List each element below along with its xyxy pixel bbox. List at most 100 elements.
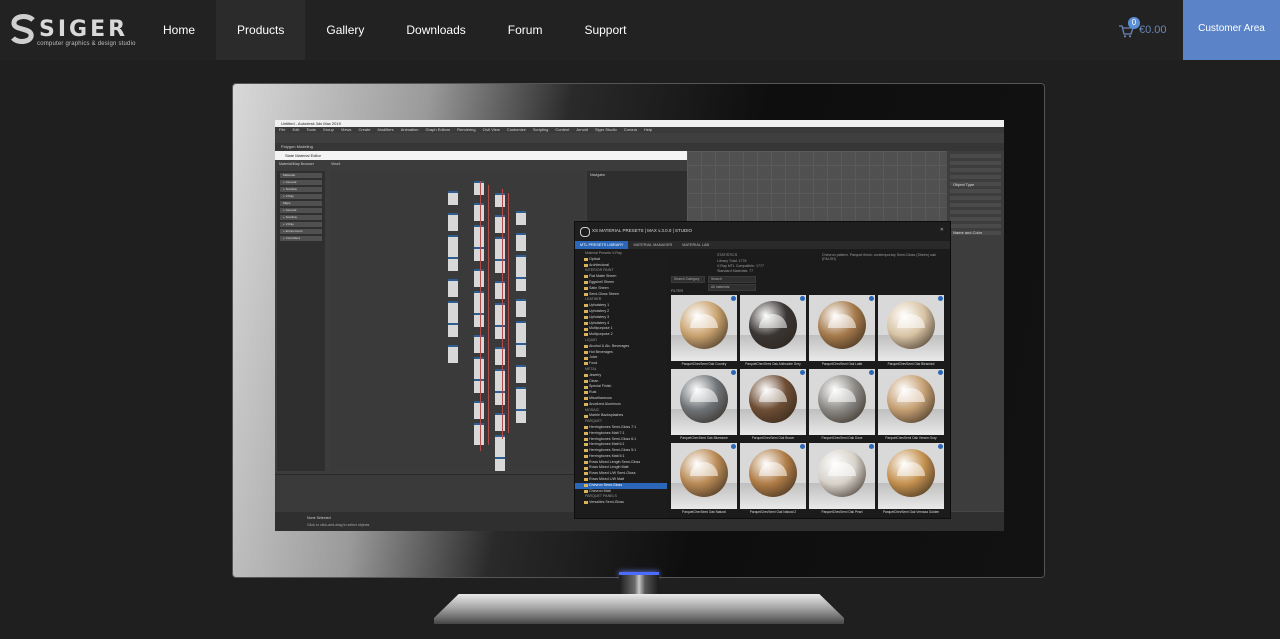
swatch-badge-icon[interactable]	[938, 370, 943, 375]
material-swatch[interactable]: ParquetChevSemi Oak Natural 2	[740, 443, 806, 515]
material-node[interactable]	[474, 291, 484, 313]
material-node[interactable]	[495, 457, 505, 471]
material-swatch[interactable]: ParquetChevSemi Oak Anthracite Grey	[740, 295, 806, 367]
slate-browser-section[interactable]: + General	[280, 180, 322, 185]
material-node[interactable]	[516, 255, 526, 277]
close-icon[interactable]: ✕	[940, 227, 944, 233]
customer-area-button[interactable]: Customer Area	[1183, 0, 1280, 60]
material-node[interactable]	[495, 369, 505, 391]
tab-material-manager[interactable]: MATERIAL MANAGER	[628, 241, 677, 249]
site-logo[interactable]: SIGER computer graphics & design studio	[9, 14, 135, 48]
material-node[interactable]	[474, 225, 484, 247]
material-node[interactable]	[474, 423, 484, 445]
material-swatch[interactable]: ParquetChevSemi Oak Bluestone	[671, 369, 737, 441]
swatch-badge-icon[interactable]	[800, 444, 805, 449]
tab-presets-library[interactable]: MTL PRESETS LIBRARY	[575, 241, 629, 249]
material-node[interactable]	[474, 203, 484, 221]
material-node[interactable]	[474, 269, 484, 287]
material-node[interactable]	[448, 191, 458, 205]
material-node[interactable]	[516, 211, 526, 225]
filter-all-select[interactable]: All materials	[708, 284, 756, 291]
slate-browser-section[interactable]: + General	[280, 208, 322, 213]
slate-browser-section[interactable]: + Scanline	[280, 215, 322, 220]
swatch-badge-icon[interactable]	[731, 296, 736, 301]
material-node[interactable]	[474, 335, 484, 353]
material-node[interactable]	[448, 345, 458, 363]
material-swatch[interactable]: ParquetChevSemi Oak Brown	[740, 369, 806, 441]
command-panel-row[interactable]	[950, 175, 1001, 179]
material-node[interactable]	[516, 365, 526, 383]
nav-products[interactable]: Products	[216, 0, 306, 60]
material-node[interactable]	[448, 279, 458, 297]
slate-browser-section[interactable]: + Scanline	[280, 187, 322, 192]
command-panel-row[interactable]	[950, 154, 1001, 158]
slate-browser-section[interactable]: Maps	[280, 201, 322, 206]
tab-material-lab[interactable]: MATERIAL LAB	[677, 241, 714, 249]
material-node[interactable]	[448, 213, 458, 231]
material-node[interactable]	[495, 435, 505, 457]
slate-browser-section[interactable]: + Environment	[280, 229, 322, 234]
material-node[interactable]	[448, 301, 458, 323]
command-panel-row[interactable]	[950, 189, 1001, 193]
material-node[interactable]	[516, 299, 526, 317]
material-swatch[interactable]: ParquetChevSemi Oak Venom Gray	[878, 369, 944, 441]
material-node[interactable]	[516, 321, 526, 343]
material-node[interactable]	[516, 233, 526, 251]
nav-gallery[interactable]: Gallery	[305, 0, 385, 60]
material-node[interactable]	[495, 281, 505, 299]
filter-search-input[interactable]: Search	[708, 276, 756, 283]
command-panel-row[interactable]	[950, 224, 1001, 228]
material-swatch[interactable]: ParquetChevSemi Oak Latte	[809, 295, 875, 367]
filter-category-select[interactable]: Search Category	[671, 276, 705, 283]
material-node[interactable]	[516, 409, 526, 423]
swatch-badge-icon[interactable]	[869, 370, 874, 375]
command-panel-row[interactable]	[950, 168, 1001, 172]
material-node[interactable]	[474, 181, 484, 195]
material-node[interactable]	[516, 343, 526, 357]
nav-home[interactable]: Home	[142, 0, 216, 60]
material-node[interactable]	[495, 303, 505, 325]
tree-folder[interactable]: Versailles Semi-Gloss	[575, 500, 667, 506]
swatch-badge-icon[interactable]	[800, 370, 805, 375]
slate-browser-section[interactable]: + V-Ray	[280, 194, 322, 199]
slate-browser-section[interactable]: + Controllers	[280, 236, 322, 241]
command-panel-row[interactable]	[950, 196, 1001, 200]
material-node[interactable]	[495, 193, 505, 207]
nav-forum[interactable]: Forum	[487, 0, 564, 60]
swatch-badge-icon[interactable]	[938, 296, 943, 301]
slate-browser-section[interactable]: + V-Ray	[280, 222, 322, 227]
material-node[interactable]	[448, 323, 458, 337]
material-node[interactable]	[495, 347, 505, 365]
material-swatch[interactable]: ParquetChevSemi Oak Natural	[671, 443, 737, 515]
material-node[interactable]	[474, 379, 484, 393]
material-swatch[interactable]: ParquetChevSemi Oak Vernaza Golden	[878, 443, 944, 515]
swatch-badge-icon[interactable]	[869, 296, 874, 301]
slate-browser-section[interactable]: Materials	[280, 173, 322, 178]
swatch-badge-icon[interactable]	[869, 444, 874, 449]
material-node[interactable]	[495, 325, 505, 339]
nav-downloads[interactable]: Downloads	[385, 0, 486, 60]
material-node[interactable]	[448, 257, 458, 271]
material-node[interactable]	[474, 313, 484, 327]
material-node[interactable]	[495, 237, 505, 259]
command-panel-row[interactable]	[950, 203, 1001, 207]
material-node[interactable]	[516, 277, 526, 291]
material-node[interactable]	[495, 259, 505, 273]
material-swatch[interactable]: ParquetChevSemi Oak Pearl	[809, 443, 875, 515]
swatch-badge-icon[interactable]	[800, 296, 805, 301]
command-panel-row[interactable]	[950, 217, 1001, 221]
material-node[interactable]	[448, 235, 458, 257]
material-swatch[interactable]: ParquetChevSemi Oak Bleached	[878, 295, 944, 367]
material-node[interactable]	[495, 215, 505, 233]
swatch-badge-icon[interactable]	[938, 444, 943, 449]
swatch-badge-icon[interactable]	[731, 370, 736, 375]
material-node[interactable]	[474, 401, 484, 419]
material-node[interactable]	[495, 413, 505, 431]
swatch-badge-icon[interactable]	[731, 444, 736, 449]
command-panel-row[interactable]	[950, 161, 1001, 165]
command-panel-row[interactable]	[950, 210, 1001, 214]
material-node[interactable]	[495, 391, 505, 405]
material-swatch[interactable]: ParquetChevSemi Oak Country	[671, 295, 737, 367]
nav-support[interactable]: Support	[563, 0, 647, 60]
material-swatch[interactable]: ParquetChevSemi Oak Dove	[809, 369, 875, 441]
